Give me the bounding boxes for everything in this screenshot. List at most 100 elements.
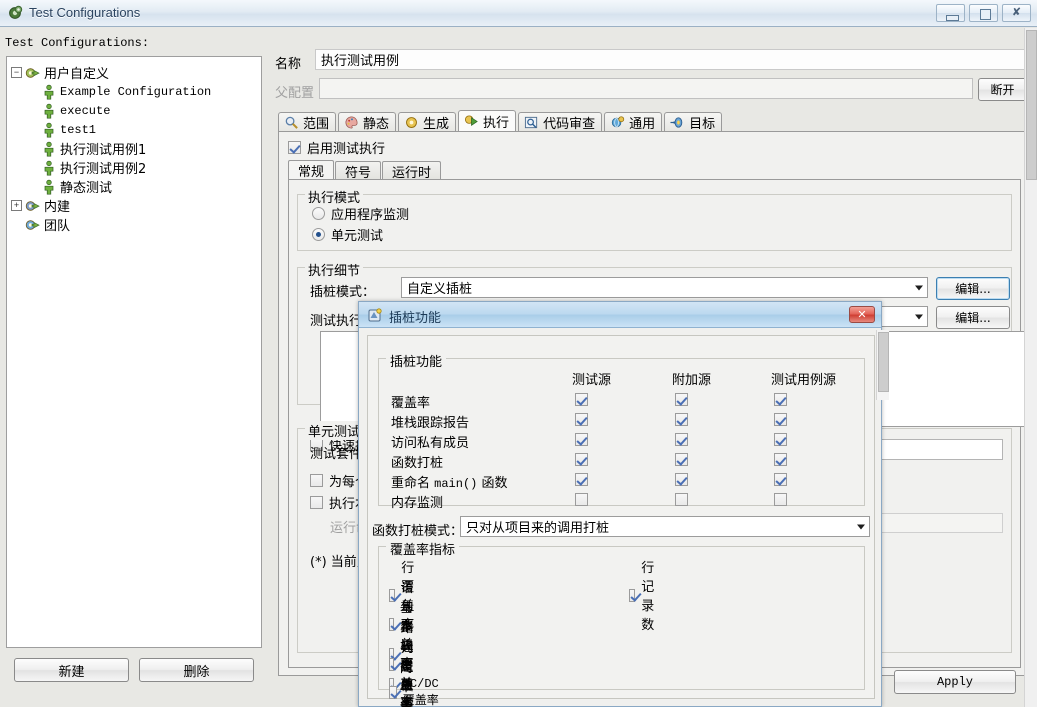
stub-checkbox-r0-c1[interactable]	[675, 393, 688, 406]
test-flow-edit-button[interactable]: 编辑...	[936, 306, 1010, 329]
tab-0[interactable]: 范围	[278, 112, 337, 132]
dialog-body: 插桩功能 测试源 附加源 测试用例源 覆盖率 堆栈跟踪报告 访问私有成员 函数打桩 重命名 m…	[367, 335, 875, 707]
subtab-1[interactable]: 符号	[335, 161, 382, 181]
close-button[interactable]: ✘	[1002, 4, 1031, 22]
tree-item-label: Example Configuration	[60, 84, 212, 99]
configuration-tree[interactable]: − 用户自定义 Example Configuration execute test1 执…	[6, 56, 262, 648]
globe-gear-icon	[610, 115, 625, 130]
radio-unit-test-row[interactable]: 单元测试	[312, 225, 383, 244]
tab-6[interactable]: 目标	[664, 112, 723, 132]
stub-checkbox-r5-c1[interactable]	[675, 493, 688, 506]
palette-icon	[344, 115, 359, 130]
enable-test-exec-checkbox[interactable]	[288, 141, 301, 154]
tree-item-5[interactable]: 执行测试用例2	[11, 158, 261, 177]
window-scrollbar-thumb[interactable]	[1026, 30, 1037, 180]
tree-item-8[interactable]: 团队	[11, 215, 261, 234]
subtab-2[interactable]: 运行时	[382, 161, 442, 181]
dialog-close-button[interactable]: ✕	[849, 306, 875, 323]
stub-checkbox-r5-c2[interactable]	[774, 493, 787, 506]
stub-row-label-2: 访问私有成员	[391, 436, 470, 451]
func-stub-mode-value: 只对从项目来的调用打桩	[466, 521, 610, 536]
parent-config-input[interactable]	[319, 78, 973, 99]
tree-item-0[interactable]: − 用户自定义	[11, 63, 261, 82]
magnifier-icon	[284, 115, 299, 130]
main-tabs[interactable]: 范围 静态 生成 执行 代码审查 通用 目标	[278, 110, 724, 132]
coverage-left-row-6[interactable]: MC/DC 覆盖率	[389, 677, 444, 707]
maximize-button[interactable]	[969, 4, 998, 22]
expand-icon[interactable]: +	[11, 200, 22, 211]
tree-item-1[interactable]: Example Configuration	[11, 82, 261, 101]
stub-checkbox-r4-c1[interactable]	[675, 473, 688, 486]
folder-user-icon	[25, 65, 44, 81]
per-item-checkbox[interactable]	[310, 474, 323, 487]
tab-2[interactable]: 生成	[398, 112, 457, 132]
coverage-right-checkbox-0[interactable]	[629, 588, 636, 602]
stub-checkbox-r2-c2[interactable]	[774, 433, 787, 446]
stub-checkbox-r3-c1[interactable]	[675, 453, 688, 466]
tree-item-label: test1	[60, 122, 97, 137]
window-controls: ✘	[936, 4, 1031, 22]
folder-builtin-icon	[25, 198, 44, 214]
dialog-side-scrollbar[interactable]	[876, 330, 889, 400]
radio-unit-test[interactable]	[312, 228, 325, 241]
parent-config-label: 父配置	[275, 86, 315, 101]
apply-button[interactable]: Apply	[894, 670, 1016, 694]
tab-label: 目标	[689, 117, 716, 132]
name-input[interactable]: 执行测试用例	[315, 49, 1027, 70]
coverage-left-checkbox-6[interactable]	[389, 686, 397, 699]
stub-mode-combo[interactable]: 自定义插桩	[401, 277, 928, 298]
gear-yellow-icon	[404, 115, 419, 130]
radio-app-monitor[interactable]	[312, 207, 325, 220]
collapse-icon[interactable]: −	[11, 67, 22, 78]
enable-test-exec-label: 启用测试执行	[307, 142, 386, 157]
stub-mode-value: 自定义插桩	[407, 282, 473, 297]
target-icon	[670, 115, 685, 130]
dialog-side-scrollbar-thumb[interactable]	[878, 332, 889, 392]
tab-label: 代码审查	[543, 117, 596, 132]
stub-checkbox-r5-c0[interactable]	[575, 493, 588, 506]
tree-item-label: 内建	[44, 200, 71, 215]
execution-subtabs[interactable]: 常规 符号 运行时	[288, 160, 442, 181]
exec-mode-group: 执行模式 应用程序监测 单元测试	[297, 187, 1012, 251]
stub-checkbox-r4-c2[interactable]	[774, 473, 787, 486]
minimize-button[interactable]	[936, 4, 965, 22]
tab-label: 通用	[629, 117, 656, 132]
stub-checkbox-r1-c0[interactable]	[575, 413, 588, 426]
stub-checkbox-r3-c2[interactable]	[774, 453, 787, 466]
chevron-down-icon	[857, 524, 865, 529]
stub-checkbox-r2-c0[interactable]	[575, 433, 588, 446]
tab-1[interactable]: 静态	[338, 112, 397, 132]
func-stub-mode-combo[interactable]: 只对从项目来的调用打桩	[460, 516, 870, 537]
window-scrollbar[interactable]	[1024, 28, 1037, 707]
coverage-right-row-0[interactable]: 行记录数	[629, 557, 661, 633]
stub-checkbox-r2-c1[interactable]	[675, 433, 688, 446]
stub-checkbox-r0-c0[interactable]	[575, 393, 588, 406]
subtab-0[interactable]: 常规	[288, 160, 335, 180]
local-exec-checkbox[interactable]	[310, 496, 323, 509]
radio-app-monitor-row[interactable]: 应用程序监测	[312, 204, 409, 223]
stub-checkbox-r1-c2[interactable]	[774, 413, 787, 426]
delete-button[interactable]: 删除	[139, 658, 254, 682]
tree-item-label: 执行测试用例2	[60, 162, 147, 177]
tree-item-3[interactable]: test1	[11, 120, 261, 139]
app-gear-icon	[9, 5, 23, 19]
disconnect-button[interactable]: 断开	[978, 78, 1027, 101]
tree-item-4[interactable]: 执行测试用例1	[11, 139, 261, 158]
config-icon	[41, 179, 60, 195]
tree-item-label: 执行测试用例1	[60, 143, 147, 158]
stub-checkbox-r0-c2[interactable]	[774, 393, 787, 406]
stub-checkbox-r4-c0[interactable]	[575, 473, 588, 486]
tree-item-2[interactable]: execute	[11, 101, 261, 120]
enable-test-exec-row[interactable]: 启用测试执行	[288, 138, 385, 157]
stub-checkbox-r1-c1[interactable]	[675, 413, 688, 426]
coverage-left-label-6: MC/DC 覆盖率	[402, 677, 439, 707]
tab-4[interactable]: 代码审查	[518, 112, 603, 132]
stub-function-dialog: 插桩功能 ✕ 插桩功能 测试源 附加源 测试用例源 覆盖率 堆栈跟踪报告 访问私有成员 函数…	[358, 301, 882, 707]
tab-3[interactable]: 执行	[458, 110, 517, 132]
tab-5[interactable]: 通用	[604, 112, 663, 132]
tree-item-6[interactable]: 静态测试	[11, 177, 261, 196]
stub-mode-edit-button[interactable]: 编辑...	[936, 277, 1010, 300]
new-button[interactable]: 新建	[14, 658, 129, 682]
tree-item-7[interactable]: + 内建	[11, 196, 261, 215]
stub-checkbox-r3-c0[interactable]	[575, 453, 588, 466]
